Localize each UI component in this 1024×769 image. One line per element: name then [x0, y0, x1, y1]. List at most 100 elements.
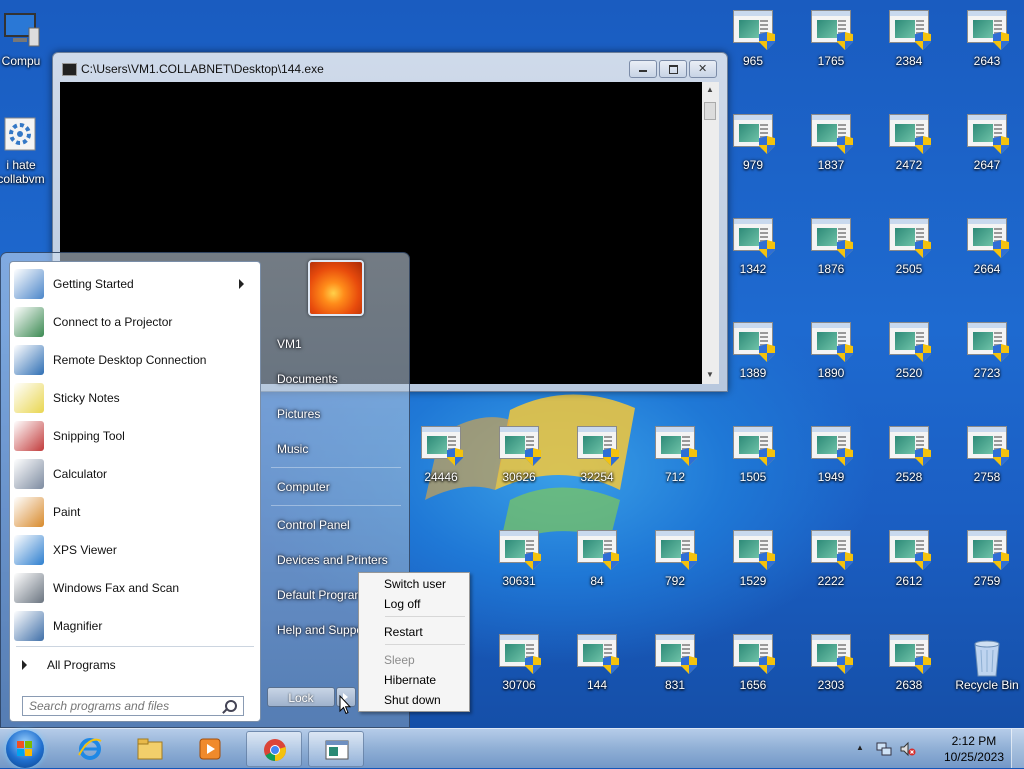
desktop-icon[interactable]: 1837	[796, 112, 866, 212]
start-menu-program-item[interactable]: Getting Started	[14, 266, 254, 302]
start-menu-program-item[interactable]: Remote Desktop Connection	[14, 342, 254, 378]
program-label: XPS Viewer	[53, 543, 117, 557]
desktop-icon[interactable]: 1342	[718, 216, 788, 316]
desktop-icon-label: 979	[742, 158, 764, 172]
power-menu-item[interactable]: Switch user	[362, 574, 466, 594]
start-menu-program-item[interactable]: Sticky Notes	[14, 380, 254, 416]
scroll-down-arrow-icon[interactable]: ▼	[706, 370, 714, 379]
power-menu-item[interactable]: Restart	[362, 622, 466, 642]
desktop-icon[interactable]: 2759	[952, 528, 1022, 628]
taskbar-button[interactable]	[246, 731, 302, 767]
desktop-icon[interactable]: 831	[640, 632, 710, 728]
desktop-icon-label: 2222	[817, 574, 845, 588]
desktop-icon[interactable]: 2520	[874, 320, 944, 420]
taskbar-button[interactable]	[122, 731, 178, 767]
taskbar-button[interactable]	[182, 731, 238, 767]
taskbar-button[interactable]	[308, 731, 364, 767]
show-desktop-button[interactable]	[1011, 729, 1024, 768]
desktop-icon[interactable]: 2723	[952, 320, 1022, 420]
start-menu-program-item[interactable]: Snipping Tool	[14, 418, 254, 454]
start-menu-program-item[interactable]: XPS Viewer	[14, 532, 254, 568]
desktop-icon[interactable]: 1890	[796, 320, 866, 420]
scroll-up-arrow-icon[interactable]: ▲	[706, 85, 714, 94]
start-menu-link[interactable]: Pictures	[269, 399, 407, 429]
start-menu-link[interactable]: Control Panel	[269, 510, 407, 540]
desktop-icon[interactable]: 1876	[796, 216, 866, 316]
scrollbar-thumb[interactable]	[704, 102, 716, 120]
desktop-icon[interactable]: 1765	[796, 8, 866, 108]
desktop-icon[interactable]: 2664	[952, 216, 1022, 316]
desktop-icon[interactable]: 32254	[562, 424, 632, 524]
separator	[271, 505, 401, 506]
desktop-icon[interactable]: 712	[640, 424, 710, 524]
start-menu-program-item[interactable]: Magnifier	[14, 608, 254, 644]
speaker-muted-icon[interactable]	[900, 741, 916, 757]
user-picture[interactable]	[308, 260, 364, 316]
exe-shield-icon	[809, 634, 853, 674]
desktop-icon[interactable]: 1389	[718, 320, 788, 420]
network-icon[interactable]	[876, 741, 892, 757]
all-programs-button[interactable]: All Programs	[16, 653, 254, 677]
start-menu-program-item[interactable]: Connect to a Projector	[14, 304, 254, 340]
desktop-icon-label: 2528	[895, 470, 923, 484]
power-menu-item[interactable]: Shut down	[362, 690, 466, 710]
clock[interactable]: 2:12 PM 10/25/2023	[944, 733, 1004, 765]
start-menu-link[interactable]: VM1	[269, 329, 407, 359]
desktop-icon[interactable]: 1656	[718, 632, 788, 728]
desktop-icon-label: 1890	[817, 366, 845, 380]
desktop-icon[interactable]: Recycle Bin	[952, 632, 1022, 728]
desktop-icon[interactable]: 2643	[952, 8, 1022, 108]
desktop-icon[interactable]: 2505	[874, 216, 944, 316]
exe-shield-icon	[809, 218, 853, 258]
desktop-icon[interactable]: 965	[718, 8, 788, 108]
desktop-icon[interactable]: i hate collabvm	[0, 112, 56, 212]
start-menu-program-item[interactable]: Calculator	[14, 456, 254, 492]
desktop-icon[interactable]: 2472	[874, 112, 944, 212]
desktop-icon[interactable]: Compu	[0, 8, 56, 108]
exe-shield-icon	[575, 426, 619, 466]
start-menu-program-item[interactable]: Paint	[14, 494, 254, 530]
desktop-icon[interactable]: 2528	[874, 424, 944, 524]
lock-button[interactable]: Lock	[267, 687, 335, 707]
desktop-icon[interactable]: 792	[640, 528, 710, 628]
desktop-icon[interactable]: 2303	[796, 632, 866, 728]
start-button[interactable]	[6, 730, 44, 768]
start-menu-link[interactable]: Computer	[269, 472, 407, 502]
desktop-icon[interactable]: 84	[562, 528, 632, 628]
start-menu-link[interactable]: Devices and Printers	[269, 545, 407, 575]
desktop-icon[interactable]: 2647	[952, 112, 1022, 212]
desktop-icon-label: 712	[664, 470, 686, 484]
desktop-icon[interactable]: 1949	[796, 424, 866, 524]
exe-shield-icon	[809, 426, 853, 466]
power-menu-item[interactable]: Log off	[362, 594, 466, 614]
desktop-icon[interactable]: 30706	[484, 632, 554, 728]
desktop-icon[interactable]: 2384	[874, 8, 944, 108]
desktop-icon[interactable]: 979	[718, 112, 788, 212]
search-box[interactable]	[22, 696, 244, 716]
desktop-icon-label: 24446	[424, 470, 458, 484]
start-menu-link[interactable]: Documents	[269, 364, 407, 394]
program-label: Paint	[53, 505, 81, 519]
desktop-icon[interactable]: 2758	[952, 424, 1022, 524]
taskbar-button[interactable]	[62, 731, 118, 767]
start-menu-program-item[interactable]: Windows Fax and Scan	[14, 570, 254, 606]
close-button[interactable]: ✕	[689, 60, 717, 78]
power-menu-item[interactable]: Hibernate	[362, 670, 466, 690]
search-input[interactable]	[23, 697, 225, 715]
desktop-icon[interactable]: 2612	[874, 528, 944, 628]
show-hidden-icons-arrow-icon[interactable]: ▲	[856, 743, 864, 752]
desktop-icon[interactable]: 30631	[484, 528, 554, 628]
minimize-button[interactable]	[629, 60, 657, 78]
desktop-icon[interactable]: 24446	[406, 424, 476, 524]
start-menu-link[interactable]: Music	[269, 434, 407, 464]
vertical-scrollbar[interactable]: ▲ ▼	[702, 82, 719, 384]
desktop-icon[interactable]: 2222	[796, 528, 866, 628]
search-icon[interactable]	[225, 700, 237, 712]
desktop-icon[interactable]: 2638	[874, 632, 944, 728]
restore-button[interactable]	[659, 60, 687, 78]
desktop-icon[interactable]: 1505	[718, 424, 788, 524]
sticky-notes-icon	[14, 383, 44, 413]
desktop-icon[interactable]: 30626	[484, 424, 554, 524]
desktop-icon[interactable]: 144	[562, 632, 632, 728]
desktop-icon[interactable]: 1529	[718, 528, 788, 628]
